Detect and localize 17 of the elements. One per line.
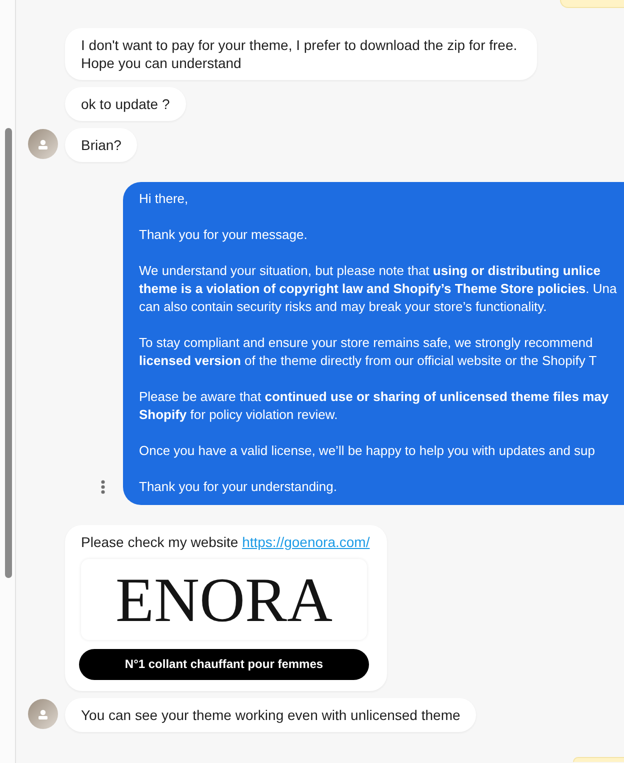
message-text: Please check my website https://goenora.com/ — [81, 533, 370, 551]
tagline-banner: N°1 collant chauffant pour femmes — [79, 649, 369, 680]
website-link[interactable]: https://goenora.com/ — [242, 534, 370, 550]
message-paragraph: Thank you for your message. — [139, 226, 308, 244]
message-bubble: You can see your theme working even with unlicensed theme — [65, 698, 476, 732]
message-bubble: ok to update ? — [65, 87, 186, 121]
message-paragraph: Thank you for your understanding. — [139, 478, 338, 496]
brand-logo: ENORA — [116, 568, 332, 632]
scrollbar-thumb[interactable] — [5, 128, 12, 578]
message-paragraph: Hi there, — [139, 190, 190, 208]
message-paragraph: Please be aware that continued use or sharing of unlicensed theme files may Shopify for policy violation review. — [139, 388, 610, 424]
message-paragraph: We understand your situation, but please note that using or distributing unlice theme is a violation of copyright law and Shopify’s Theme Store policies. Una can also contain security risks and may break your store’s functionality. — [139, 262, 618, 316]
message-bubble: I don't want to pay for your theme, I prefer to download the zip for free. Hope you can understand — [65, 28, 537, 80]
more-icon[interactable] — [101, 480, 105, 494]
message-paragraph: Once you have a valid license, we’ll be happy to help you with updates and sup — [139, 442, 596, 460]
message-bubble: Brian? — [65, 128, 138, 162]
message-paragraph: To stay compliant and ensure your store remains safe, we strongly recommend licensed version of the theme directly from our official website or the Shopify T — [139, 334, 598, 370]
